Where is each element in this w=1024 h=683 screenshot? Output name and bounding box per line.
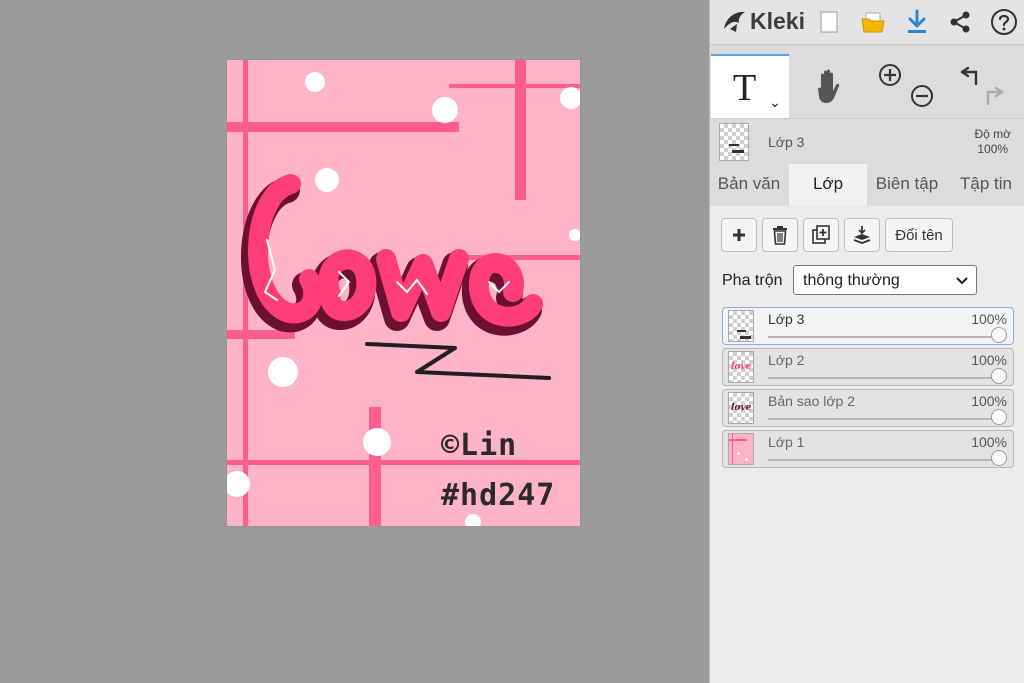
layer-name: Lớp 1 [768, 434, 805, 450]
top-toolbar: Kleki [710, 0, 1024, 45]
layer-name: Bản sao lớp 2 [768, 393, 856, 409]
zoom-out-icon [911, 85, 933, 107]
new-file-button[interactable] [813, 6, 845, 38]
layer-thumbnail: love [728, 392, 754, 424]
opacity-slider-track[interactable] [768, 418, 999, 420]
merge-layer-button[interactable] [844, 218, 880, 252]
tool-row: T ⌄ [710, 54, 1024, 118]
current-layer-info: Lớp 3 Độ mờ 100% [710, 118, 1024, 165]
zoom-controls [870, 60, 940, 116]
layer-thumbnail [728, 310, 754, 342]
undo-redo-icon [960, 66, 1004, 106]
kleki-logo-icon [724, 11, 745, 32]
opacity-label: Độ mờ [974, 127, 1011, 141]
help-button[interactable] [988, 6, 1020, 38]
tab-edit[interactable]: Biên tập [868, 164, 946, 206]
current-layer-thumbnail [719, 123, 749, 161]
blend-mode-label: Pha trộn [722, 272, 783, 289]
layer-row[interactable]: Lớp 1 100% [722, 430, 1014, 468]
opacity-slider-handle[interactable] [991, 368, 1007, 384]
chevron-down-icon: ⌄ [769, 94, 781, 110]
redo-icon [986, 86, 1004, 106]
delete-layer-button[interactable] [762, 218, 798, 252]
rename-layer-button[interactable]: Đổi tên [885, 218, 953, 252]
layer-opacity: 100% [971, 393, 1007, 409]
duplicate-layer-button[interactable] [803, 218, 839, 252]
text-tool-icon: T [733, 67, 757, 109]
panel-tabs: Bản văn Lớp Biên tập Tập tin [710, 164, 1024, 206]
app-logo[interactable]: Kleki [720, 7, 805, 35]
text-tool-button[interactable]: T ⌄ [711, 54, 789, 118]
zoom-in-icon [879, 64, 901, 86]
opacity-slider-track[interactable] [768, 459, 999, 461]
layer-row[interactable]: love Bản sao lớp 2 100% [722, 389, 1014, 427]
current-layer-name: Lớp 3 [768, 134, 805, 150]
layer-row[interactable]: Lớp 3 100% [722, 307, 1014, 345]
opacity-slider-handle[interactable] [991, 327, 1007, 343]
drawing-canvas[interactable]: ©Lin #hd247 [227, 60, 580, 526]
add-layer-button[interactable] [721, 218, 757, 252]
undo-icon [960, 66, 978, 86]
layer-thumbnail: love [728, 351, 754, 383]
layer-name: Lớp 3 [768, 311, 805, 327]
undo-redo-controls [950, 60, 1020, 116]
hand-icon [818, 69, 840, 103]
artwork-signature: ©Lin [441, 428, 518, 463]
layers-panel: Đổi tên Pha trộn thông thường Lớp 3 100%… [710, 206, 1024, 683]
artwork-hashtag: #hd247 [441, 478, 556, 513]
trash-icon [773, 226, 787, 245]
zoom-icon [879, 64, 933, 107]
layer-row[interactable]: love Lớp 2 100% [722, 348, 1014, 386]
open-folder-icon [861, 12, 885, 33]
hand-tool-button[interactable] [790, 54, 868, 118]
help-icon [991, 9, 1017, 35]
artwork-graphic [227, 60, 580, 526]
chevron-down-icon [956, 277, 968, 285]
opacity-slider-handle[interactable] [991, 409, 1007, 425]
open-file-button[interactable] [857, 6, 889, 38]
right-panel: Kleki T ⌄ Lớp 3 Độ mờ 100% Bản văn Lớp B… [709, 0, 1024, 683]
tab-file[interactable]: Tập tin [947, 164, 1024, 206]
opacity-value: 100% [977, 142, 1009, 156]
layer-name: Lớp 2 [768, 352, 805, 368]
duplicate-icon [812, 225, 830, 244]
blend-mode-select[interactable]: thông thường [793, 265, 977, 295]
download-button[interactable] [901, 6, 933, 38]
share-icon [950, 11, 970, 33]
current-layer-opacity: Độ mờ 100% [974, 127, 1011, 157]
layer-thumbnail [728, 433, 754, 465]
share-button[interactable] [944, 6, 976, 38]
opacity-slider-handle[interactable] [991, 450, 1007, 466]
tab-layers[interactable]: Lớp [789, 164, 867, 206]
plus-icon [733, 229, 745, 241]
canvas-workspace[interactable]: ©Lin #hd247 [0, 0, 709, 683]
opacity-slider-track[interactable] [768, 377, 999, 379]
layer-opacity: 100% [971, 352, 1007, 368]
merge-down-icon [853, 226, 871, 244]
app-name: Kleki [750, 7, 805, 34]
layer-opacity: 100% [971, 434, 1007, 450]
blend-mode-value: thông thường [803, 272, 900, 289]
opacity-slider-track[interactable] [768, 336, 999, 338]
tab-text[interactable]: Bản văn [710, 164, 788, 206]
layer-opacity: 100% [971, 311, 1007, 327]
download-icon [908, 9, 926, 33]
new-file-icon [820, 11, 838, 33]
